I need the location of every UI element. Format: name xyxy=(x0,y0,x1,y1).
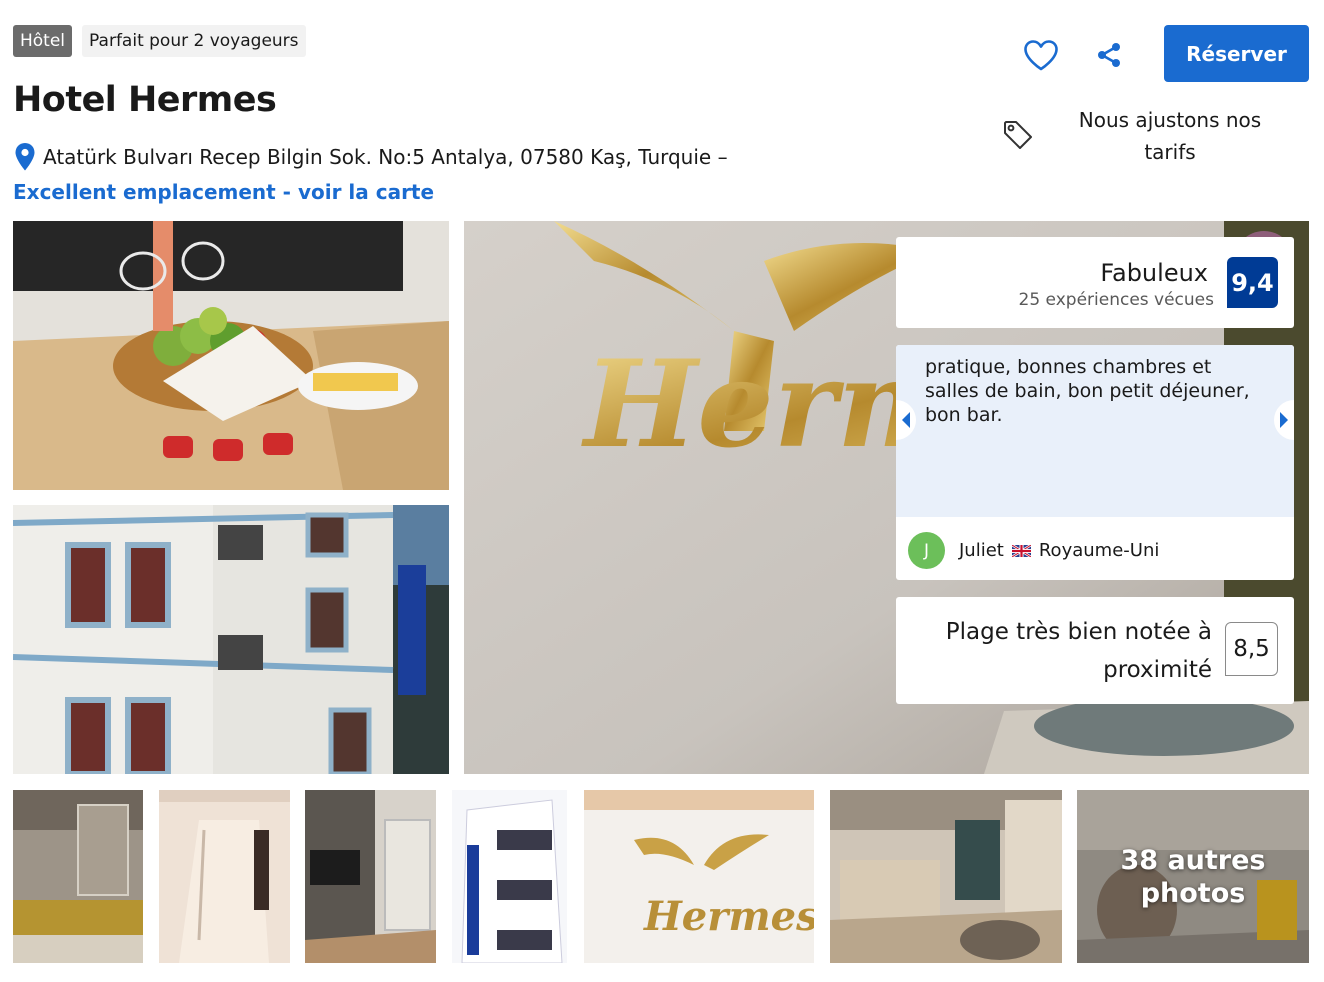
rating-card[interactable]: Fabuleux 25 expériences vécues 9,4 xyxy=(896,237,1294,328)
hermes-sign-photo[interactable]: Hermes xyxy=(584,790,814,963)
reviewer-name: Juliet xyxy=(959,540,1004,561)
share-button[interactable] xyxy=(1089,35,1129,75)
beach-label: Plage très bien notée à proximité xyxy=(945,619,1212,683)
hotel-title: Hotel Hermes xyxy=(13,80,277,120)
review-count: 25 expériences vécues xyxy=(1018,290,1214,310)
rating-score-badge: 9,4 xyxy=(1227,257,1278,308)
lounge-photo[interactable] xyxy=(13,790,143,963)
fruit-basket-photo[interactable] xyxy=(13,221,449,490)
review-text: pratique, bonnes chambres et salles de b… xyxy=(925,356,1250,426)
reception-photo[interactable] xyxy=(830,790,1062,963)
review-quote: pratique, bonnes chambres et salles de b… xyxy=(896,345,1294,517)
review-card: pratique, bonnes chambres et salles de b… xyxy=(896,345,1294,580)
building-exterior-photo[interactable] xyxy=(452,790,567,963)
hotel-address: Atatürk Bulvarı Recep Bilgin Sok. No:5 A… xyxy=(43,145,728,169)
chevron-right-icon xyxy=(1280,412,1288,428)
share-icon xyxy=(1098,43,1120,67)
more-photos-link[interactable]: 38 autres photos xyxy=(1077,844,1309,910)
uk-flag-icon xyxy=(1011,544,1031,557)
reviewer-country: Royaume-Uni xyxy=(1038,540,1160,561)
svg-text:Hermes: Hermes xyxy=(643,893,814,940)
hallway-photo[interactable] xyxy=(159,790,290,963)
favorite-button[interactable] xyxy=(1021,35,1061,75)
map-link[interactable]: Excellent emplacement - voir la carte xyxy=(13,180,434,204)
reserve-button[interactable]: Réserver xyxy=(1164,25,1309,82)
previous-review-button[interactable] xyxy=(896,400,916,440)
chevron-left-icon xyxy=(902,412,910,428)
property-type-badge: Hôtel xyxy=(13,25,73,57)
property-badges: Hôtel Parfait pour 2 voyageurs xyxy=(13,25,306,57)
hotel-facade-photo[interactable] xyxy=(13,505,449,774)
traveller-fit-badge: Parfait pour 2 voyageurs xyxy=(82,25,306,57)
price-match-text: Nous ajustons nos tarifs xyxy=(1078,108,1262,164)
reviewer-info: J Juliet Royaume-Uni xyxy=(908,532,1159,569)
beach-score-badge: 8,5 xyxy=(1225,622,1278,676)
heart-icon xyxy=(1024,40,1058,71)
rating-label: Fabuleux xyxy=(1100,259,1208,287)
price-tag-icon xyxy=(1004,121,1032,149)
address-row: Atatürk Bulvarı Recep Bilgin Sok. No:5 A… xyxy=(13,142,728,172)
map-pin-icon xyxy=(15,143,35,171)
room-tv-photo[interactable] xyxy=(305,790,436,963)
next-review-button[interactable] xyxy=(1274,400,1294,440)
beach-score-card: Plage très bien notée à proximité 8,5 xyxy=(896,597,1294,704)
avatar: J xyxy=(908,532,945,569)
